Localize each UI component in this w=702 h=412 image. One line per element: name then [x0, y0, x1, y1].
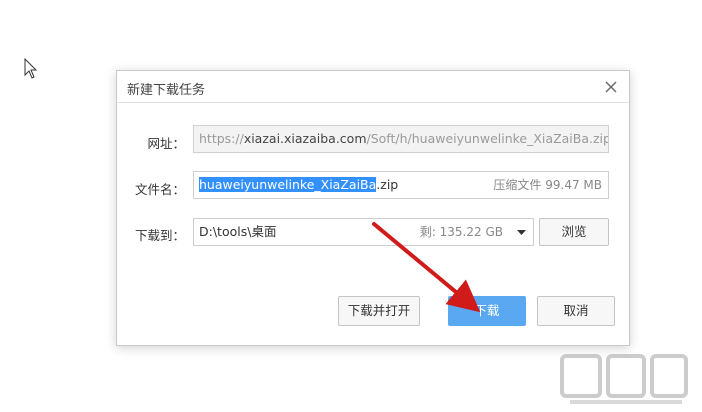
- cancel-button[interactable]: 取消: [537, 296, 615, 326]
- filename-field[interactable]: huaweiyunwelinke_XiaZaiBa.zip 压缩文件 99.47…: [193, 171, 609, 199]
- url-domain: xiazai.xiazaiba.com: [243, 131, 367, 146]
- url-prefix: https://: [199, 131, 244, 146]
- chevron-down-icon: [517, 230, 526, 235]
- red-arrow-annotation: [372, 222, 481, 313]
- url-field[interactable]: https://xiazai.xiazaiba.com/Soft/h/huawe…: [193, 125, 609, 153]
- save-path-dropdown[interactable]: [509, 218, 534, 246]
- filename-selected-text: huaweiyunwelinke_XiaZaiBa: [199, 177, 377, 192]
- url-label: 网址：: [147, 136, 185, 151]
- dialog-title: 新建下载任务: [127, 83, 206, 98]
- xiazaiba-watermark-logo: [560, 354, 688, 404]
- save-path: D:\tools\桌面: [199, 224, 277, 239]
- filename-extension: .zip: [376, 177, 399, 192]
- browse-button[interactable]: 浏览: [539, 218, 609, 246]
- saveto-label: 下载到：: [134, 228, 185, 243]
- mouse-cursor-icon: [24, 58, 38, 79]
- filename-label: 文件名：: [134, 182, 185, 197]
- dialog-titlebar: 新建下载任务: [117, 71, 629, 103]
- url-path: /Soft/h/huaweiyunwelinke_XiaZaiBa.zip: [366, 131, 609, 146]
- close-icon[interactable]: [603, 79, 619, 95]
- file-type-size: 压缩文件 99.47 MB: [493, 178, 602, 192]
